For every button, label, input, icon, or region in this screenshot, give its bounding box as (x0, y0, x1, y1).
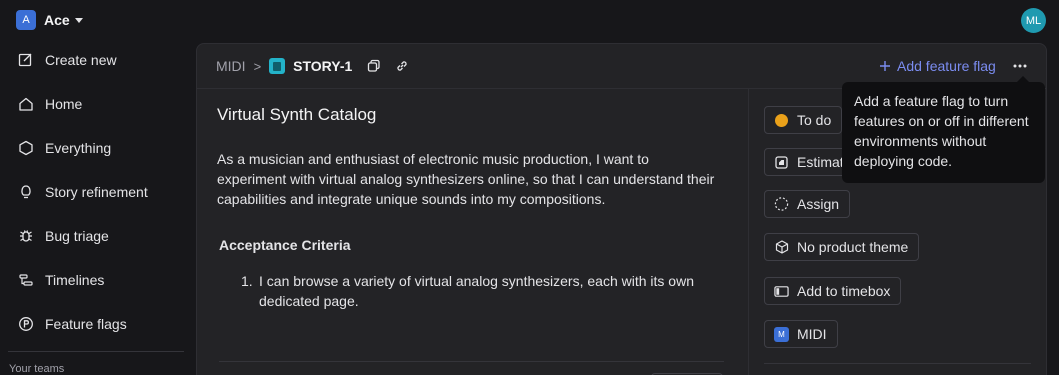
sidebar-item-story-refinement[interactable]: Story refinement (8, 174, 188, 210)
status-button[interactable]: To do (764, 106, 843, 134)
sidebar-item-timelines[interactable]: Timelines (8, 262, 188, 298)
sidebar-item-home[interactable]: Home (8, 86, 188, 122)
feature-flag-icon (17, 315, 35, 333)
sidebar-item-label: Story refinement (45, 184, 148, 200)
plus-icon (880, 61, 890, 71)
assign-label: Assign (797, 196, 840, 212)
breadcrumb-separator: > (253, 58, 262, 74)
project-button[interactable]: M MIDI (764, 320, 838, 348)
sidebar-item-label: Create new (45, 52, 117, 68)
product-theme-label: No product theme (797, 239, 909, 255)
copy-icon[interactable] (364, 56, 384, 76)
sidebar-item-bug-triage[interactable]: Bug triage (8, 218, 188, 254)
workspace-badge: A (16, 10, 36, 30)
story-title[interactable]: Virtual Synth Catalog (217, 105, 376, 125)
sidebar-item-label: Feature flags (45, 316, 127, 332)
list-item-text: I can browse a variety of virtual analog… (259, 273, 694, 309)
sidebar-item-label: Home (45, 96, 83, 112)
column-divider (748, 89, 749, 375)
product-theme-button[interactable]: No product theme (764, 233, 920, 261)
user-avatar[interactable]: ML (1021, 8, 1046, 33)
attributes-divider (764, 363, 1031, 364)
estimate-icon (774, 155, 789, 170)
story-icon (269, 58, 286, 74)
sidebar-item-label: Bug triage (45, 228, 109, 244)
timeline-icon (17, 271, 35, 289)
breadcrumb-project[interactable]: MIDI (216, 58, 246, 74)
home-icon (17, 95, 35, 113)
sidebar-divider (8, 351, 184, 352)
project-label: MIDI (797, 326, 827, 342)
sidebar-item-everything[interactable]: Everything (8, 130, 188, 166)
list-item-number: 1. (241, 273, 253, 289)
list-item[interactable]: 1. I can browse a variety of virtual ana… (241, 271, 701, 311)
timebox-icon (774, 284, 789, 299)
teams-section-label: Your teams (9, 363, 65, 375)
sidebar-item-feature-flags[interactable]: Feature flags (8, 306, 188, 342)
content-divider (219, 361, 724, 362)
add-feature-flag-button[interactable]: Add feature flag (879, 56, 996, 76)
status-todo-icon (775, 113, 788, 127)
assign-button[interactable]: Assign (764, 190, 851, 218)
add-feature-flag-label: Add feature flag (897, 58, 996, 74)
hexagon-icon (17, 139, 35, 157)
add-to-timebox-button[interactable]: Add to timebox (764, 277, 902, 305)
sidebar-item-label: Timelines (45, 272, 105, 288)
sidebar-item-label: Everything (45, 140, 112, 156)
create-icon (17, 51, 35, 69)
chevron-down-icon (74, 17, 83, 23)
breadcrumb: MIDI > STORY-1 (216, 56, 412, 76)
link-icon[interactable] (392, 56, 412, 76)
story-description[interactable]: As a musician and enthusiast of electron… (217, 149, 717, 209)
story-id: STORY-1 (293, 58, 353, 74)
acceptance-criteria-heading: Acceptance Criteria (219, 237, 351, 253)
project-badge: M (774, 326, 789, 342)
status-label: To do (797, 112, 832, 128)
timebox-label: Add to timebox (797, 283, 891, 299)
bug-icon (17, 227, 35, 245)
cube-icon (774, 240, 789, 255)
workspace-switcher[interactable]: A Ace (16, 9, 83, 31)
workspace-name: Ace (44, 12, 70, 28)
acceptance-criteria-list: 1. I can browse a variety of virtual ana… (241, 271, 701, 311)
sidebar-item-create-new[interactable]: Create new (8, 42, 188, 78)
more-options-icon[interactable] (1010, 56, 1030, 76)
assignee-icon (774, 197, 789, 212)
lightbulb-icon (17, 183, 35, 201)
feature-flag-tooltip: Add a feature flag to turn features on o… (842, 76, 1045, 183)
